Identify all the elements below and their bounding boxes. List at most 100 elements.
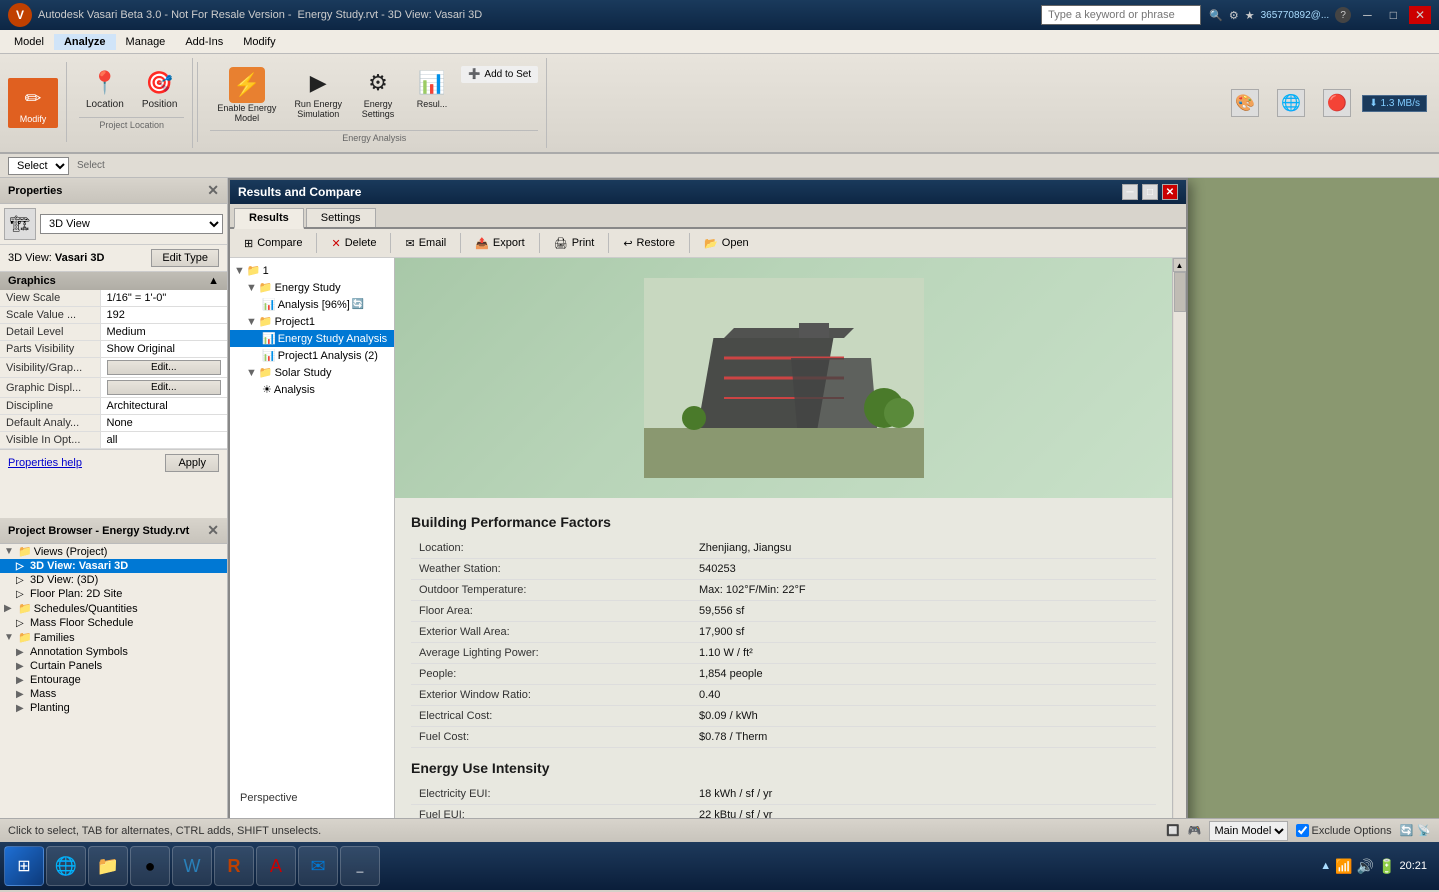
properties-close-btn[interactable]: ✕ <box>207 182 219 199</box>
energy-settings-btn[interactable]: ⚙ EnergySettings <box>353 62 403 124</box>
prop-value-visible-in-opt[interactable]: all <box>100 432 227 449</box>
graphic-display-edit-btn[interactable]: Edit... <box>107 380 222 395</box>
tree-node-energy-study-analysis[interactable]: 📊 Energy Study Analysis <box>230 330 394 347</box>
tree-item-annotation[interactable]: ▶ Annotation Symbols <box>0 645 227 659</box>
dialog-close-btn[interactable]: ✕ <box>1162 184 1178 200</box>
tree-node-analysis[interactable]: 📊 Analysis [96%] 🔄 <box>230 296 394 313</box>
infocenter-icon[interactable]: ⚙ <box>1229 9 1239 22</box>
email-btn[interactable]: ✉ Email <box>399 235 452 252</box>
tree-views-header[interactable]: ▼ 📁 Views (Project) <box>0 544 227 559</box>
apply-button[interactable]: Apply <box>165 454 219 472</box>
tree-node-project1-analysis2[interactable]: 📊 Project1 Analysis (2) <box>230 347 394 364</box>
tree-item-planting[interactable]: ▶ Planting <box>0 701 227 715</box>
network-icon[interactable]: 📡 <box>1417 824 1431 837</box>
tree-node-solar-study[interactable]: ▼ 📁 Solar Study <box>230 364 394 381</box>
location-btn[interactable]: 📍 Location <box>79 62 131 115</box>
scroll-up-btn[interactable]: ▲ <box>1173 258 1187 272</box>
taskbar-explorer[interactable]: 📁 <box>88 846 128 886</box>
restore-btn[interactable]: ↩ Restore <box>617 235 681 252</box>
position-btn[interactable]: 🎯 Position <box>135 62 185 115</box>
taskbar-chrome[interactable]: ● <box>130 846 170 886</box>
view-cube-icon[interactable]: 🔲 <box>1166 824 1180 837</box>
tree-item-mass[interactable]: ▶ Mass <box>0 687 227 701</box>
favorites-icon[interactable]: ★ <box>1245 9 1255 22</box>
enable-energy-model-btn[interactable]: ⚡ Enable EnergyModel <box>210 62 283 128</box>
project-browser-close-btn[interactable]: ✕ <box>207 522 219 539</box>
taskbar-outlook[interactable]: ✉ <box>298 846 338 886</box>
taskbar-ie[interactable]: 🌐 <box>46 846 86 886</box>
toolbar-sep-5 <box>608 233 609 253</box>
exclude-options-checkbox[interactable] <box>1296 824 1309 837</box>
results-btn[interactable]: 📊 Resul... <box>407 62 457 114</box>
tree-node-1[interactable]: ▼ 📁 1 <box>230 262 394 279</box>
visibility-edit-btn[interactable]: Edit... <box>107 360 222 375</box>
menu-modify[interactable]: Modify <box>233 34 285 50</box>
tree-schedules-header[interactable]: ▶ 📁 Schedules/Quantities <box>0 601 227 616</box>
tree-item-curtain-panels[interactable]: ▶ Curtain Panels <box>0 659 227 673</box>
toolbar-icon-2[interactable]: 🌐 <box>1270 84 1312 122</box>
toolbar-icon-1[interactable]: 🎨 <box>1224 84 1266 122</box>
search-icon[interactable]: 🔍 <box>1209 9 1223 22</box>
taskbar-cmd[interactable]: _ <box>340 846 380 886</box>
prop-row-default-analysis: Default Analy... None <box>0 415 227 432</box>
select-dropdown[interactable]: Select <box>8 157 69 175</box>
menu-addins[interactable]: Add-Ins <box>175 34 233 50</box>
tree-item-entourage[interactable]: ▶ Entourage <box>0 673 227 687</box>
dialog-maximize-btn[interactable]: □ <box>1142 184 1158 200</box>
steering-wheel-icon[interactable]: 🎮 <box>1188 824 1202 837</box>
tree-item-mass-floor[interactable]: ▷ Mass Floor Schedule <box>0 616 227 630</box>
toolbar-icon-3[interactable]: 🔴 <box>1316 84 1358 122</box>
edit-type-button[interactable]: Edit Type <box>151 249 219 267</box>
keyword-search[interactable] <box>1041 5 1201 25</box>
tree-node-solar-analysis[interactable]: ☀ Analysis <box>230 381 394 398</box>
modify-ribbon-btn[interactable]: ✏ Modify <box>8 78 58 128</box>
prop-value-detail-level[interactable]: Medium <box>100 324 227 341</box>
export-btn[interactable]: 📤 Export <box>469 235 531 252</box>
tab-results[interactable]: Results <box>234 208 304 229</box>
taskbar-acrobat[interactable]: A <box>256 846 296 886</box>
project1-expand-icon: ▼ <box>246 316 257 328</box>
prop-value-default-analysis[interactable]: None <box>100 415 227 432</box>
menu-manage[interactable]: Manage <box>116 34 176 50</box>
tree-item-3d[interactable]: ▷ 3D View: (3D) <box>0 573 227 587</box>
value-location: Zhenjiang, Jiangsu <box>691 538 1156 559</box>
scroll-thumb[interactable] <box>1174 272 1186 312</box>
tree-item-vasari3d[interactable]: ▷ 3D View: Vasari 3D <box>0 559 227 573</box>
minimize-button[interactable]: ─ <box>1357 6 1378 24</box>
maximize-button[interactable]: □ <box>1384 6 1403 24</box>
prop-value-scale-value[interactable]: 192 <box>100 307 227 324</box>
open-btn[interactable]: 📂 Open <box>698 235 755 252</box>
taskbar-revit[interactable]: R <box>214 846 254 886</box>
help-icon[interactable]: ? <box>1335 7 1351 23</box>
run-simulation-btn[interactable]: ▶ Run EnergySimulation <box>287 62 349 124</box>
compare-btn[interactable]: ⊞ Compare <box>238 235 308 252</box>
graphics-section-header[interactable]: Graphics ▲ <box>0 272 227 290</box>
properties-help-link[interactable]: Properties help <box>8 457 82 469</box>
prop-value-parts-visibility[interactable]: Show Original <box>100 341 227 358</box>
tree-node-project1[interactable]: ▼ 📁 Project1 <box>230 313 394 330</box>
prop-value-discipline[interactable]: Architectural <box>100 398 227 415</box>
tray-network-icon: 📶 <box>1335 858 1352 875</box>
view-type-dropdown[interactable]: 3D View <box>40 214 223 234</box>
sync-icon1[interactable]: 🔄 <box>1400 824 1414 837</box>
tab-settings[interactable]: Settings <box>306 208 376 227</box>
menu-model[interactable]: Model <box>4 34 54 50</box>
tree-families-header[interactable]: ▼ 📁 Families <box>0 630 227 645</box>
title-bar-left: V Autodesk Vasari Beta 3.0 - Not For Res… <box>8 3 482 27</box>
menu-analyze[interactable]: Analyze <box>54 34 116 50</box>
scroll-track[interactable] <box>1174 272 1186 818</box>
tree-item-2dsite[interactable]: ▷ Floor Plan: 2D Site <box>0 587 227 601</box>
project-browser-title: Project Browser - Energy Study.rvt <box>8 525 189 537</box>
taskbar-word[interactable]: W <box>172 846 212 886</box>
add-to-set-btn[interactable]: ➕ Add to Set <box>461 66 538 83</box>
start-button[interactable]: ⊞ <box>4 846 44 886</box>
main-model-dropdown[interactable]: Main Model <box>1209 821 1288 841</box>
close-button[interactable]: ✕ <box>1409 6 1431 24</box>
label-location: Location: <box>411 538 691 559</box>
value-exterior-wall: 17,900 sf <box>691 622 1156 643</box>
dialog-minimize-btn[interactable]: ─ <box>1122 184 1138 200</box>
tree-node-energy-study[interactable]: ▼ 📁 Energy Study <box>230 279 394 296</box>
prop-value-view-scale[interactable]: 1/16" = 1'-0" <box>100 290 227 307</box>
print-btn[interactable]: 🖨 Print <box>548 235 601 252</box>
delete-btn[interactable]: ✕ Delete <box>325 235 382 252</box>
